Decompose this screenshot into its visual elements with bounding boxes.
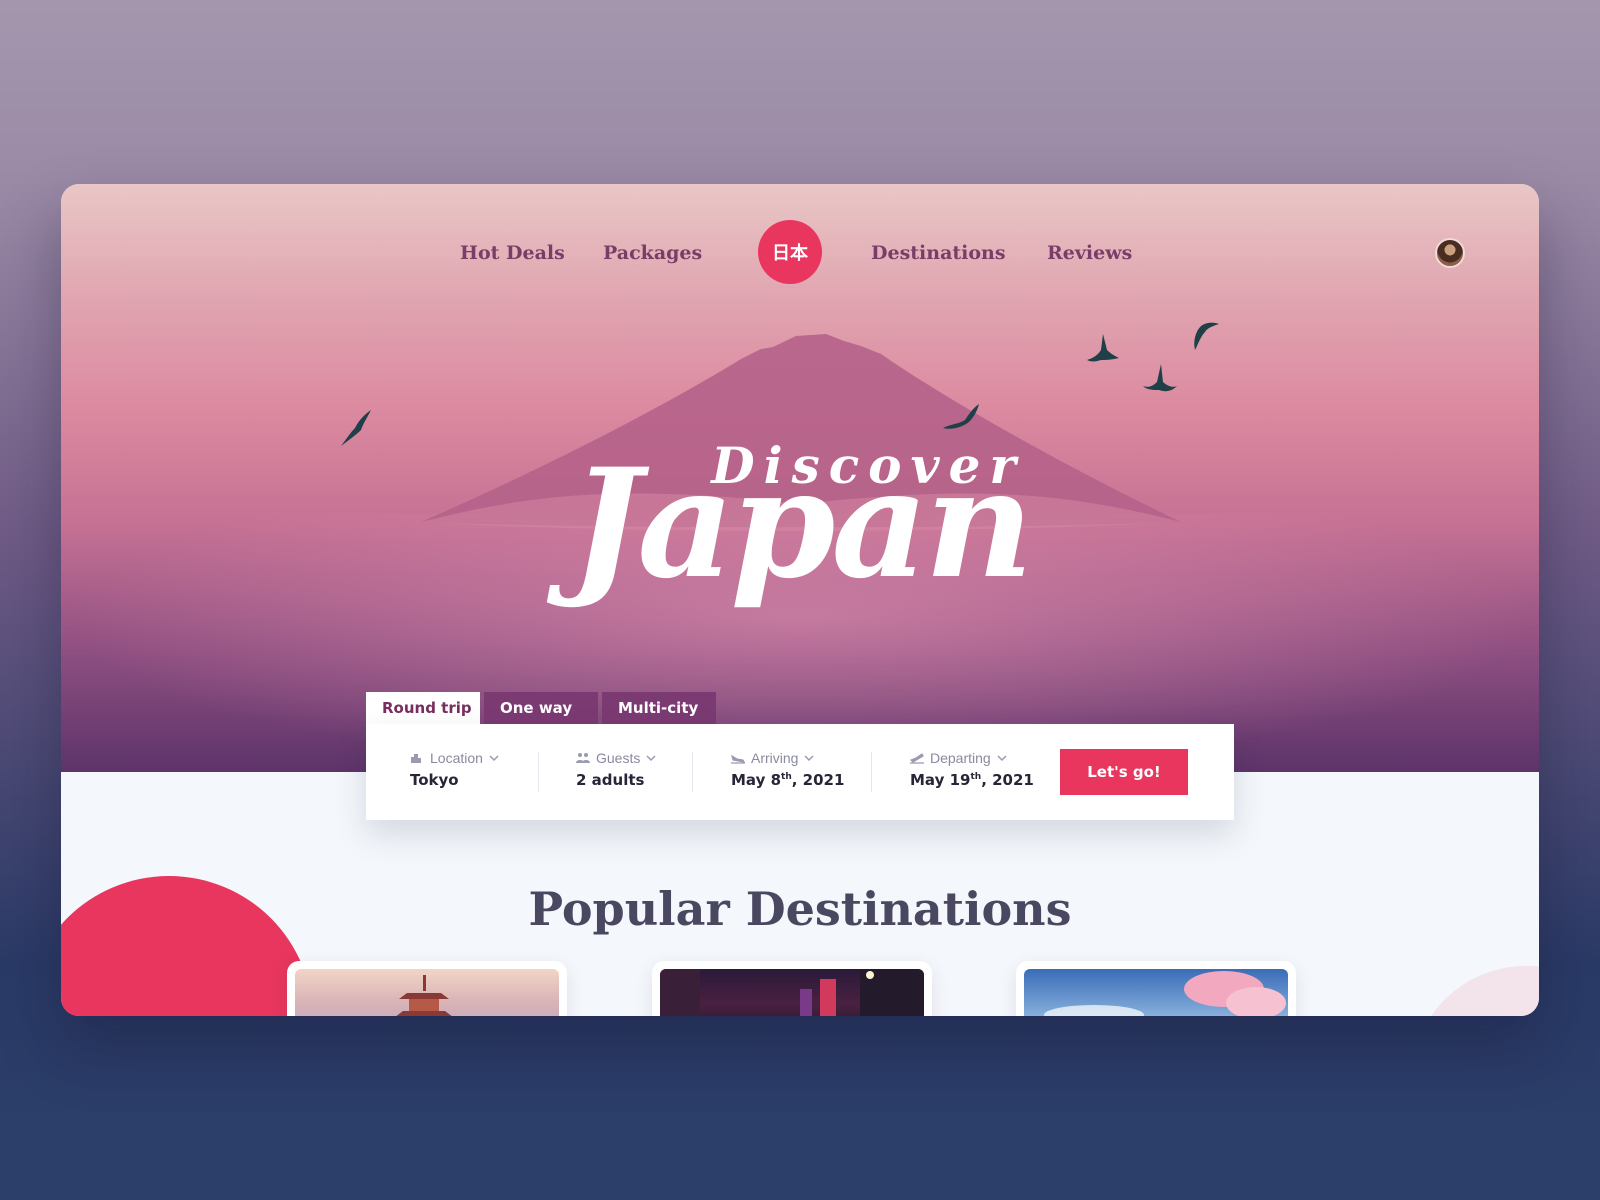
arriving-label-row: Arriving xyxy=(731,750,844,766)
field-divider xyxy=(538,752,539,792)
plane-takeoff-icon xyxy=(910,753,924,764)
arriving-value: May 8th, 2021 xyxy=(731,771,844,789)
tab-multi-city[interactable]: Multi-city xyxy=(602,692,716,724)
chevron-down-icon xyxy=(804,755,814,762)
tab-one-way[interactable]: One way xyxy=(484,692,598,724)
location-value: Tokyo xyxy=(410,771,459,789)
user-avatar[interactable] xyxy=(1435,238,1465,268)
departing-label: Departing xyxy=(930,750,991,766)
search-submit-button[interactable]: Let's go! xyxy=(1060,749,1188,795)
neon-signs-icon xyxy=(660,969,924,1016)
browser-window: Hot Deals Packages 日本 Destinations Revie… xyxy=(61,184,1539,1016)
guests-label-row: Guests xyxy=(576,750,656,766)
arriving-field[interactable]: Arriving May 8th, 2021 xyxy=(731,750,844,789)
pink-sun-decoration xyxy=(1411,966,1539,1016)
neon-street-image xyxy=(660,969,924,1016)
arriving-month-day: May 8 xyxy=(731,771,782,789)
guests-label: Guests xyxy=(596,750,641,766)
departing-month-day: May 19 xyxy=(910,771,971,789)
nav-destinations[interactable]: Destinations xyxy=(871,242,1006,264)
bird-icon xyxy=(1194,322,1219,350)
city-icon xyxy=(411,754,421,763)
departing-label-row: Departing xyxy=(910,750,1034,766)
site-logo[interactable]: 日本 xyxy=(758,220,822,284)
arriving-suffix: th xyxy=(781,772,792,782)
nav-packages[interactable]: Packages xyxy=(603,242,702,264)
arriving-label: Arriving xyxy=(751,750,799,766)
section-title: Popular Destinations xyxy=(528,882,1072,936)
pagoda-icon xyxy=(396,975,452,1016)
guests-value: 2 adults xyxy=(576,771,645,789)
people-icon xyxy=(576,753,590,763)
hero-section: Hot Deals Packages 日本 Destinations Revie… xyxy=(61,184,1539,772)
departing-value: May 19th, 2021 xyxy=(910,771,1034,789)
bird-icon xyxy=(1087,334,1119,362)
chevron-down-icon xyxy=(489,755,499,762)
field-divider xyxy=(871,752,872,792)
location-field[interactable]: Location Tokyo xyxy=(410,750,499,789)
cherry-tree-icon xyxy=(1044,971,1286,1016)
cherry-blossom-image xyxy=(1024,969,1288,1016)
plane-landing-icon xyxy=(731,754,745,764)
nav-hot-deals[interactable]: Hot Deals xyxy=(460,242,565,264)
search-bar: Location Tokyo Guests 2 adults Arriving … xyxy=(366,724,1234,820)
chevron-down-icon xyxy=(997,755,1007,762)
hero-title-large: Japan xyxy=(570,436,1033,612)
bird-icon xyxy=(943,404,979,429)
logo-text: 日本 xyxy=(772,243,808,264)
departing-year: , 2021 xyxy=(981,771,1034,789)
destination-card[interactable] xyxy=(652,961,932,1016)
nav-reviews[interactable]: Reviews xyxy=(1047,242,1132,264)
pagoda-image xyxy=(295,969,559,1016)
main-nav: Hot Deals Packages 日本 Destinations Revie… xyxy=(61,220,1539,290)
departing-suffix: th xyxy=(970,772,982,782)
field-divider xyxy=(692,752,693,792)
bird-icon xyxy=(1143,364,1177,392)
destination-card[interactable] xyxy=(287,961,567,1016)
location-label: Location xyxy=(430,750,483,766)
departing-field[interactable]: Departing May 19th, 2021 xyxy=(910,750,1034,789)
guests-field[interactable]: Guests 2 adults xyxy=(576,750,656,789)
destination-card[interactable] xyxy=(1016,961,1296,1016)
chevron-down-icon xyxy=(646,755,656,762)
tab-round-trip[interactable]: Round trip xyxy=(366,692,480,724)
arriving-year: , 2021 xyxy=(791,771,845,789)
location-label-row: Location xyxy=(410,750,499,766)
